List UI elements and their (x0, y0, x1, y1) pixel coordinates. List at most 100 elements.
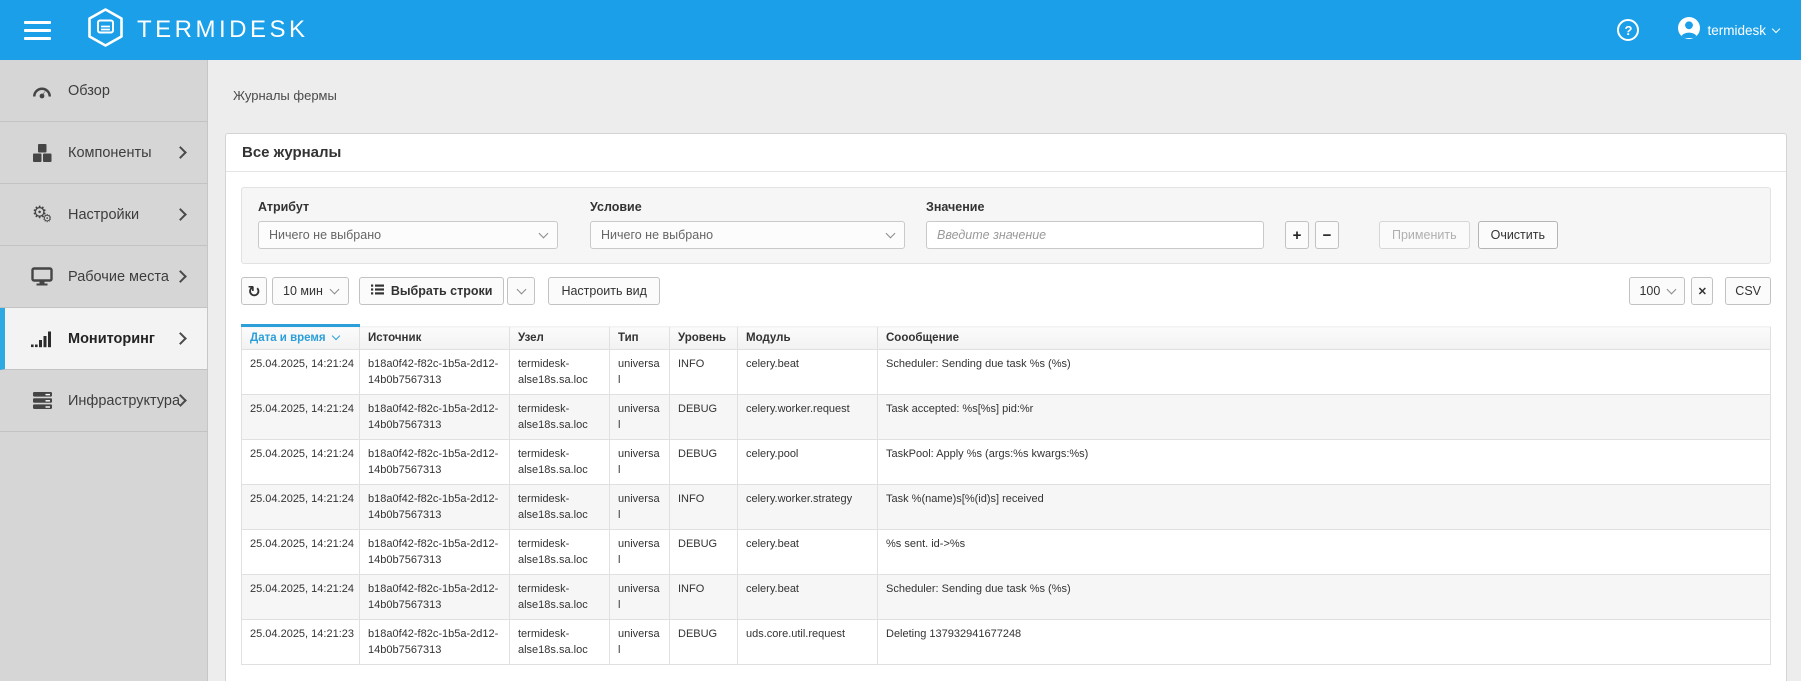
reset-page-size-button[interactable]: ✕ (1691, 277, 1713, 305)
column-header-datetime[interactable]: Дата и время (242, 326, 360, 350)
cell-node: termidesk-alse18s.sa.loc (510, 530, 610, 575)
sidebar-item-label: Настройки (68, 207, 139, 223)
cell-source: b18a0f42-f82c-1b5a-2d12-14b0b7567313 (360, 575, 510, 620)
sidebar-item-settings[interactable]: ⚙⚙ Настройки (0, 184, 207, 246)
cell-module: celery.beat (738, 530, 878, 575)
table-toolbar: ↻ 10 мин (241, 277, 1771, 305)
cell-node: termidesk-alse18s.sa.loc (510, 485, 610, 530)
log-table-body: 25.04.2025, 14:21:24 b18a0f42-f82c-1b5a-… (242, 350, 1771, 665)
cell-message: Task %(name)s[%(id)s] received (878, 485, 1771, 530)
interval-dropdown[interactable]: 10 мин (272, 277, 349, 305)
cell-type: universal (610, 440, 670, 485)
cell-datetime: 25.04.2025, 14:21:24 (242, 440, 360, 485)
logs-table: Дата и время Источник Узел Тип Уровень М… (241, 324, 1771, 665)
csv-export-button[interactable]: CSV (1725, 277, 1771, 305)
chevron-down-icon (539, 228, 549, 238)
select-rows-dropdown-toggle[interactable] (507, 277, 535, 305)
chevron-down-icon (516, 284, 526, 294)
configure-view-button[interactable]: Настроить вид (548, 277, 659, 305)
topbar: TERMIDESK ? termidesk (0, 0, 1801, 60)
cell-message: %s sent. id->%s (878, 530, 1771, 575)
column-header-module[interactable]: Модуль (738, 326, 878, 350)
select-rows-button[interactable]: Выбрать строки (359, 277, 505, 305)
condition-select-value: Ничего не выбрано (601, 228, 713, 242)
signal-bars-icon (30, 330, 54, 348)
remove-filter-button[interactable]: − (1315, 221, 1339, 249)
log-row: 25.04.2025, 14:21:24 b18a0f42-f82c-1b5a-… (242, 485, 1771, 530)
cell-type: universal (610, 350, 670, 395)
cell-source: b18a0f42-f82c-1b5a-2d12-14b0b7567313 (360, 530, 510, 575)
cell-level: DEBUG (670, 530, 738, 575)
cell-level: INFO (670, 575, 738, 620)
list-icon (371, 284, 391, 298)
cell-datetime: 25.04.2025, 14:21:24 (242, 575, 360, 620)
interval-value: 10 мин (283, 284, 323, 298)
cell-source: b18a0f42-f82c-1b5a-2d12-14b0b7567313 (360, 620, 510, 665)
column-header-message[interactable]: Соообщение (878, 326, 1771, 350)
cell-type: universal (610, 530, 670, 575)
sidebar-item-overview[interactable]: Обзор (0, 60, 207, 122)
user-name: termidesk (1707, 23, 1766, 38)
cell-datetime: 25.04.2025, 14:21:24 (242, 530, 360, 575)
attribute-select[interactable]: Ничего не выбрано (258, 221, 558, 249)
log-row: 25.04.2025, 14:21:24 b18a0f42-f82c-1b5a-… (242, 395, 1771, 440)
cell-module: celery.beat (738, 350, 878, 395)
cell-module: celery.worker.request (738, 395, 878, 440)
cell-node: termidesk-alse18s.sa.loc (510, 350, 610, 395)
cell-node: termidesk-alse18s.sa.loc (510, 395, 610, 440)
sidebar-item-components[interactable]: Компоненты (0, 122, 207, 184)
column-header-type[interactable]: Тип (610, 326, 670, 350)
chevron-right-icon (174, 146, 187, 159)
cell-source: b18a0f42-f82c-1b5a-2d12-14b0b7567313 (360, 485, 510, 530)
cell-level: DEBUG (670, 395, 738, 440)
sidebar-item-infrastructure[interactable]: Инфраструктура (0, 370, 207, 432)
hamburger-menu-icon[interactable] (24, 16, 51, 45)
refresh-icon: ↻ (247, 282, 260, 301)
value-input[interactable] (926, 221, 1264, 249)
column-header-node[interactable]: Узел (510, 326, 610, 350)
cell-module: celery.pool (738, 440, 878, 485)
cell-datetime: 25.04.2025, 14:21:24 (242, 485, 360, 530)
log-row: 25.04.2025, 14:21:24 b18a0f42-f82c-1b5a-… (242, 530, 1771, 575)
filter-condition-group: Условие Ничего не выбрано (590, 200, 905, 249)
cell-source: b18a0f42-f82c-1b5a-2d12-14b0b7567313 (360, 395, 510, 440)
brand-logo[interactable]: TERMIDESK (87, 7, 309, 53)
chevron-right-icon (174, 270, 187, 283)
chevron-down-icon (886, 228, 896, 238)
add-filter-button[interactable]: + (1285, 221, 1309, 249)
cell-message: Scheduler: Sending due task %s (%s) (878, 575, 1771, 620)
cell-message: Task accepted: %s[%s] pid:%r (878, 395, 1771, 440)
app-window: TERMIDESK ? termidesk (0, 0, 1801, 681)
clear-button[interactable]: Очистить (1478, 221, 1558, 249)
gears-icon: ⚙⚙ (30, 205, 54, 224)
sidebar-item-monitoring[interactable]: Мониторинг (0, 308, 207, 370)
sidebar-item-label: Обзор (68, 83, 110, 99)
sidebar-item-label: Инфраструктура (68, 393, 180, 409)
toolbar-right: 100 ✕ CSV (1629, 277, 1771, 305)
help-icon[interactable]: ? (1617, 19, 1639, 41)
chevron-down-icon (329, 284, 339, 294)
apply-button[interactable]: Применить (1379, 221, 1470, 249)
sidebar-item-workplaces[interactable]: Рабочие места (0, 246, 207, 308)
log-row: 25.04.2025, 14:21:24 b18a0f42-f82c-1b5a-… (242, 350, 1771, 395)
card-body: Атрибут Ничего не выбрано Условие Ничего… (226, 172, 1786, 680)
column-header-source[interactable]: Источник (360, 326, 510, 350)
page-size-dropdown[interactable]: 100 (1629, 277, 1685, 305)
sidebar: Обзор Компоненты ⚙⚙ Настройки (0, 60, 208, 681)
user-menu[interactable]: termidesk (1677, 16, 1779, 45)
cell-module: celery.worker.strategy (738, 485, 878, 530)
cell-message: Deleting 137932941677248 (878, 620, 1771, 665)
cell-type: universal (610, 620, 670, 665)
desktop-icon (30, 267, 54, 286)
page-size-value: 100 (1639, 284, 1660, 298)
cell-type: universal (610, 575, 670, 620)
cell-level: DEBUG (670, 620, 738, 665)
refresh-button[interactable]: ↻ (241, 277, 267, 305)
sidebar-item-label: Мониторинг (68, 331, 155, 347)
sidebar-item-label: Рабочие места (68, 269, 169, 285)
server-icon (30, 391, 54, 410)
cell-message: Scheduler: Sending due task %s (%s) (878, 350, 1771, 395)
column-header-level[interactable]: Уровень (670, 326, 738, 350)
cell-level: INFO (670, 350, 738, 395)
condition-select[interactable]: Ничего не выбрано (590, 221, 905, 249)
